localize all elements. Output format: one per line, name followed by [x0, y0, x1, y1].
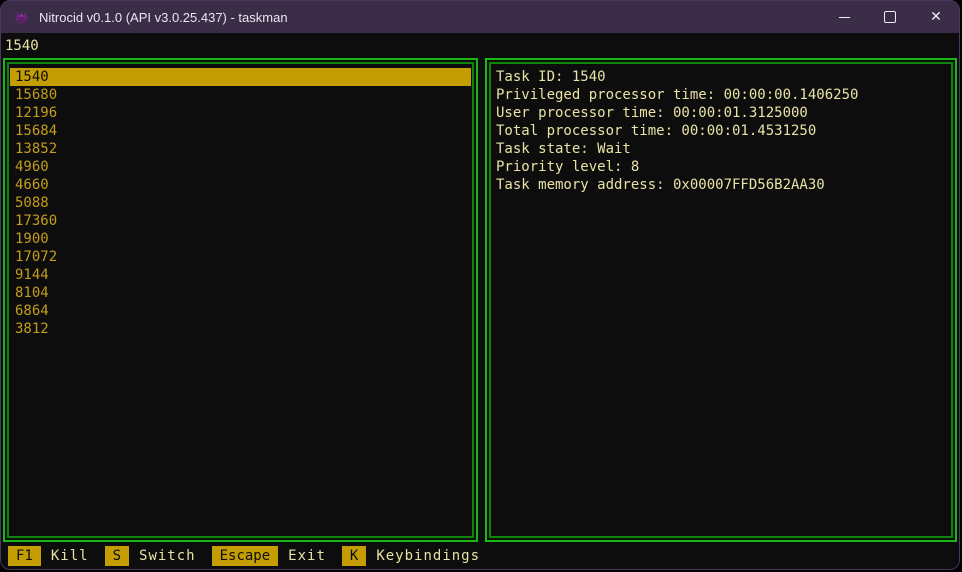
- task-list-item[interactable]: 5088: [10, 194, 471, 212]
- panels: 1540 15680 12196 15684 13852: [1, 58, 959, 542]
- task-list-item[interactable]: 1900: [10, 230, 471, 248]
- task-list-item[interactable]: 13852: [10, 140, 471, 158]
- task-id-label: 15680: [15, 87, 57, 103]
- titlebar[interactable]: Nitrocid v0.1.0 (API v3.0.25.437) - task…: [1, 1, 959, 33]
- task-list-item[interactable]: 9144: [10, 266, 471, 284]
- keybinding[interactable]: S Switch: [105, 546, 196, 566]
- task-list-item[interactable]: 4660: [10, 176, 471, 194]
- task-id-label: 13852: [15, 141, 57, 157]
- task-detail-text: Task state: Wait: [496, 141, 631, 157]
- key-action-label: Keybindings: [376, 547, 480, 565]
- current-task-id-line: 1540: [1, 33, 959, 58]
- close-icon: ✕: [930, 10, 942, 24]
- task-detail-text: Privileged processor time: 00:00:00.1406…: [496, 87, 858, 103]
- task-detail-text: Priority level: 8: [496, 159, 639, 175]
- task-details-panel: Task ID: 1540 Privileged processor time:…: [485, 58, 957, 542]
- close-button[interactable]: ✕: [913, 1, 959, 33]
- key-chip[interactable]: K: [342, 546, 366, 566]
- keybindings-bar: F1 Kill S Switch Escape Exit K Keybindin…: [1, 542, 959, 569]
- task-list-item[interactable]: 17072: [10, 248, 471, 266]
- task-id-label: 17360: [15, 213, 57, 229]
- task-id-label: 4960: [15, 159, 49, 175]
- task-details: Task ID: 1540 Privileged processor time:…: [492, 65, 950, 535]
- minimize-button[interactable]: [821, 1, 867, 33]
- task-id-label: 9144: [15, 267, 49, 283]
- task-list-item[interactable]: 3812: [10, 320, 471, 338]
- task-detail-text: Task ID: 1540: [496, 69, 606, 85]
- task-id-label: 5088: [15, 195, 49, 211]
- keybinding[interactable]: Escape Exit: [212, 546, 326, 566]
- task-detail-line: Task memory address: 0x00007FFD56B2AA30: [492, 176, 950, 194]
- keybinding[interactable]: F1 Kill: [8, 546, 89, 566]
- task-id-label: 8104: [15, 285, 49, 301]
- task-list-item[interactable]: 4960: [10, 158, 471, 176]
- maximize-icon: [884, 11, 896, 23]
- task-id-label: 1900: [15, 231, 49, 247]
- task-detail-line: Task state: Wait: [492, 140, 950, 158]
- current-task-id: 1540: [5, 38, 39, 54]
- task-list-item[interactable]: 8104: [10, 284, 471, 302]
- task-list-item[interactable]: 17360: [10, 212, 471, 230]
- task-detail-line: Total processor time: 00:00:01.4531250: [492, 122, 950, 140]
- nitrocid-logo-icon: [13, 10, 30, 25]
- task-id-label: 1540: [15, 69, 49, 85]
- minimize-icon: [839, 17, 850, 18]
- task-list: 1540 15680 12196 15684 13852: [10, 65, 471, 535]
- taskman-window: Nitrocid v0.1.0 (API v3.0.25.437) - task…: [0, 0, 960, 570]
- task-detail-line: Priority level: 8: [492, 158, 950, 176]
- task-id-label: 17072: [15, 249, 57, 265]
- task-list-item[interactable]: 15684: [10, 122, 471, 140]
- task-detail-line: User processor time: 00:00:01.3125000: [492, 104, 950, 122]
- task-list-item[interactable]: 1540: [10, 68, 471, 86]
- task-list-item[interactable]: 15680: [10, 86, 471, 104]
- key-action-label: Switch: [139, 547, 196, 565]
- task-detail-text: User processor time: 00:00:01.3125000: [496, 105, 808, 121]
- task-id-label: 6864: [15, 303, 49, 319]
- keybinding[interactable]: K Keybindings: [342, 546, 480, 566]
- task-list-item[interactable]: 6864: [10, 302, 471, 320]
- key-chip[interactable]: S: [105, 546, 129, 566]
- task-id-label: 15684: [15, 123, 57, 139]
- window-title: Nitrocid v0.1.0 (API v3.0.25.437) - task…: [39, 10, 288, 25]
- task-detail-text: Total processor time: 00:00:01.4531250: [496, 123, 816, 139]
- task-detail-line: Privileged processor time: 00:00:00.1406…: [492, 86, 950, 104]
- key-action-label: Exit: [288, 547, 326, 565]
- window-controls: ✕: [821, 1, 959, 33]
- key-chip[interactable]: Escape: [212, 546, 279, 566]
- task-detail-line: Task ID: 1540: [492, 68, 950, 86]
- key-action-label: Kill: [51, 547, 89, 565]
- maximize-button[interactable]: [867, 1, 913, 33]
- task-detail-text: Task memory address: 0x00007FFD56B2AA30: [496, 177, 825, 193]
- task-id-label: 12196: [15, 105, 57, 121]
- key-chip[interactable]: F1: [8, 546, 41, 566]
- task-id-label: 4660: [15, 177, 49, 193]
- task-id-label: 3812: [15, 321, 49, 337]
- task-list-item[interactable]: 12196: [10, 104, 471, 122]
- task-list-panel: 1540 15680 12196 15684 13852: [3, 58, 478, 542]
